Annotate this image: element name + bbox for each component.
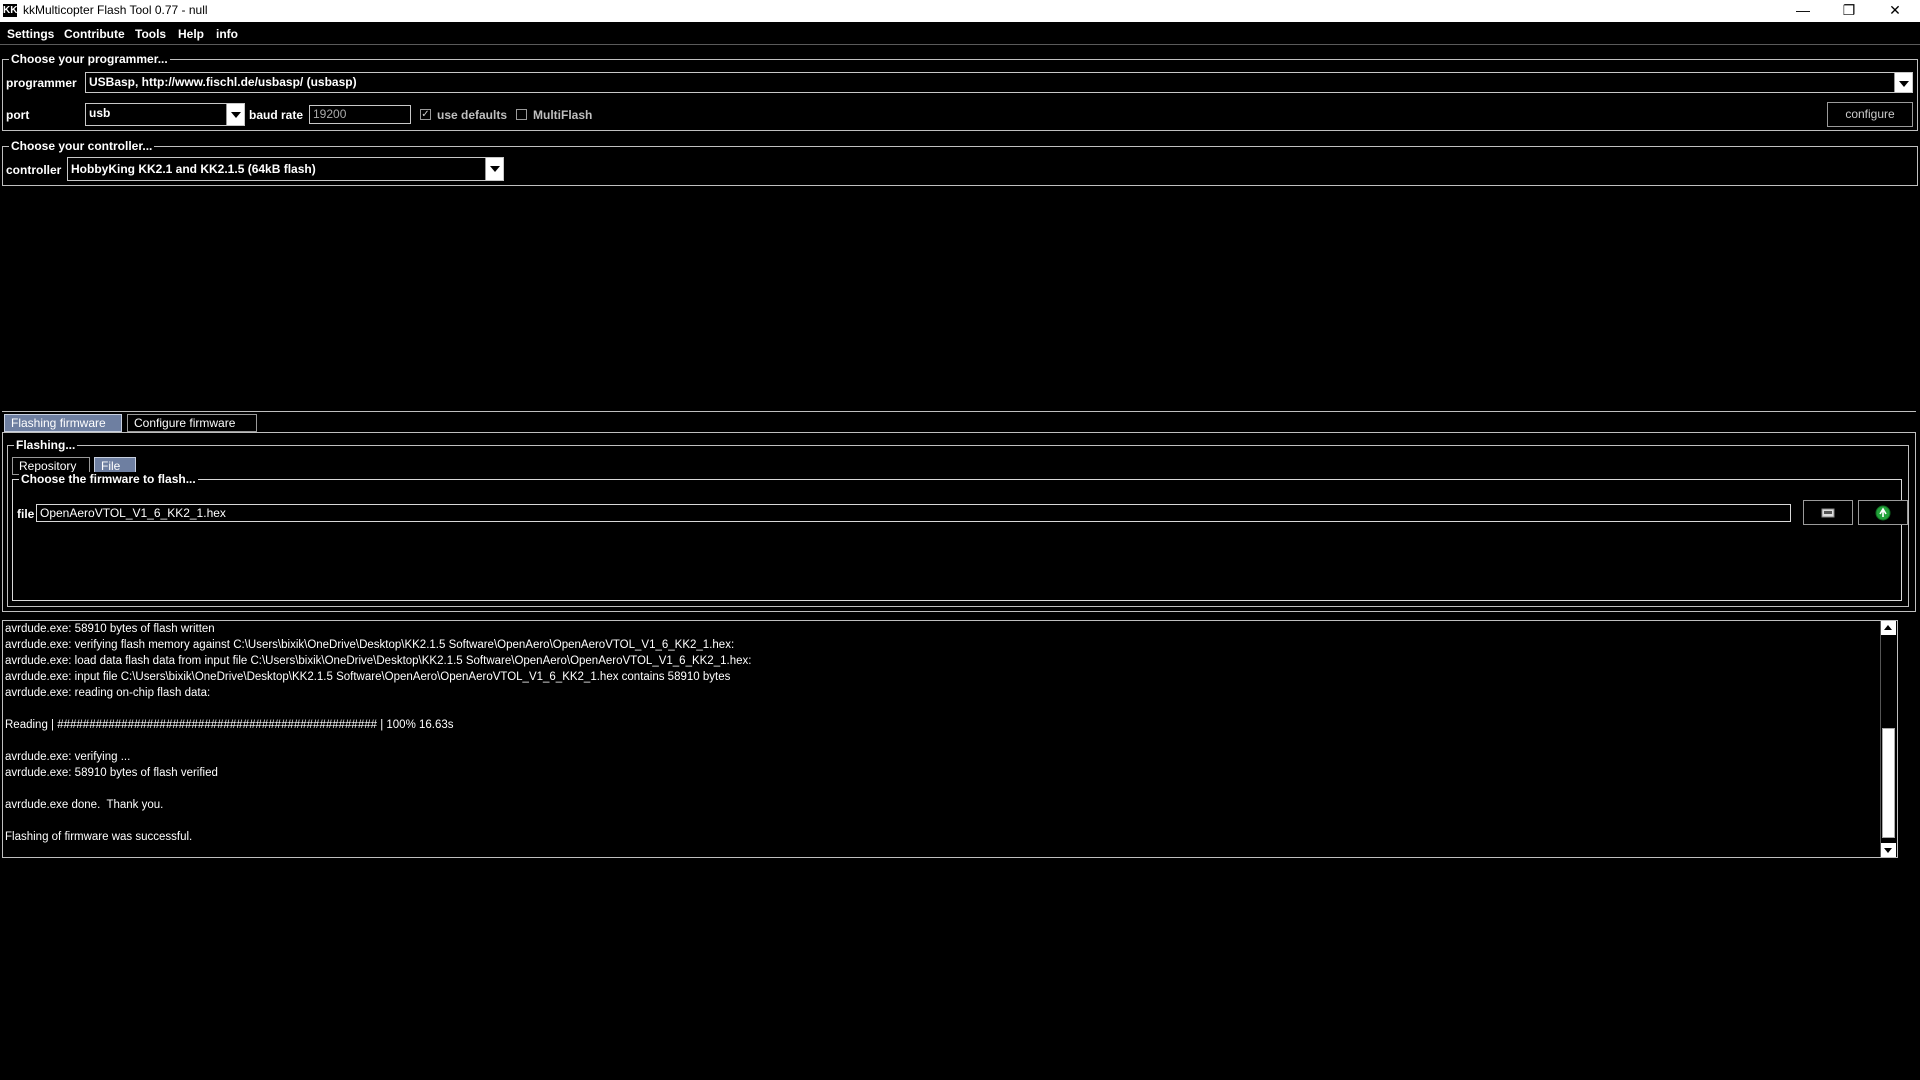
- tab-configure-firmware[interactable]: Configure firmware: [127, 414, 257, 432]
- multiflash-label[interactable]: MultiFlash: [533, 108, 592, 122]
- port-select[interactable]: usb: [85, 103, 245, 126]
- tab-flashing-firmware[interactable]: Flashing firmware: [4, 414, 122, 432]
- log-line: avrdude.exe: verifying flash memory agai…: [5, 639, 735, 651]
- controller-label: controller: [6, 163, 62, 177]
- choose-firmware-group: Choose the firmware to flash... file Ope…: [12, 472, 1908, 601]
- menu-help[interactable]: Help: [178, 27, 204, 41]
- menu-info[interactable]: info: [216, 27, 238, 41]
- close-button[interactable]: ✕: [1872, 0, 1918, 22]
- flash-green-icon: [1875, 505, 1891, 521]
- chevron-down-icon[interactable]: [226, 104, 244, 125]
- baud-rate-input[interactable]: 19200: [309, 105, 411, 124]
- menu-bar: Settings Contribute Tools Help info: [0, 22, 1920, 45]
- chevron-down-icon[interactable]: [485, 158, 503, 180]
- programmer-group-title: Choose your programmer...: [9, 52, 170, 66]
- flash-firmware-button[interactable]: [1858, 500, 1908, 525]
- tab-strip-divider: [2, 411, 1916, 412]
- programmer-group: Choose your programmer... programmer USB…: [2, 52, 1918, 131]
- menu-contribute[interactable]: Contribute: [64, 27, 125, 41]
- flashing-group: Flashing... Repository File Choose the f…: [7, 438, 1909, 607]
- programmer-selected-value: USBasp, http://www.fischl.de/usbasp/ (us…: [89, 75, 357, 89]
- log-scrollbar[interactable]: [1880, 621, 1897, 857]
- use-defaults-label[interactable]: use defaults: [437, 108, 507, 122]
- restore-button[interactable]: ❐: [1826, 0, 1872, 22]
- flashing-tab-panel: Flashing... Repository File Choose the f…: [2, 432, 1916, 612]
- baud-rate-label: baud rate: [249, 108, 304, 122]
- file-label: file: [17, 507, 35, 521]
- log-lines: avrdude.exe: 58910 bytes of flash writte…: [5, 621, 1875, 845]
- scroll-up-arrow-icon[interactable]: [1881, 621, 1896, 635]
- minimize-button[interactable]: —: [1780, 0, 1826, 22]
- baud-rate-value: 19200: [313, 107, 347, 121]
- file-path-value: OpenAeroVTOL_V1_6_KK2_1.hex: [40, 506, 226, 520]
- flashing-group-title: Flashing...: [14, 438, 78, 452]
- log-line: Reading | ##############################…: [5, 719, 454, 731]
- use-defaults-checkbox[interactable]: ✓: [420, 109, 431, 120]
- folder-open-icon: [1821, 508, 1835, 518]
- port-selected-value: usb: [89, 106, 111, 120]
- window-title: kkMulticopter Flash Tool 0.77 - null: [23, 3, 208, 17]
- chevron-down-icon[interactable]: [1894, 73, 1912, 92]
- log-line: avrdude.exe: 58910 bytes of flash writte…: [5, 623, 215, 635]
- multiflash-checkbox[interactable]: [516, 109, 527, 120]
- title-bar: KK kkMulticopter Flash Tool 0.77 - null …: [0, 0, 1920, 22]
- menu-settings[interactable]: Settings: [7, 27, 54, 41]
- controller-group: Choose your controller... controller Hob…: [2, 139, 1918, 186]
- log-line: avrdude.exe done. Thank you.: [5, 799, 164, 811]
- programmer-label: programmer: [6, 76, 77, 90]
- programmer-select[interactable]: USBasp, http://www.fischl.de/usbasp/ (us…: [85, 72, 1913, 93]
- menu-tools[interactable]: Tools: [135, 27, 166, 41]
- log-line: avrdude.exe: 58910 bytes of flash verifi…: [5, 767, 218, 779]
- port-label: port: [6, 108, 30, 122]
- configure-button[interactable]: configure: [1827, 102, 1913, 127]
- controller-group-title: Choose your controller...: [9, 139, 155, 153]
- app-icon: KK: [3, 4, 18, 17]
- log-line: avrdude.exe: load data flash data from i…: [5, 655, 752, 667]
- log-output[interactable]: avrdude.exe: 58910 bytes of flash writte…: [2, 620, 1898, 858]
- choose-firmware-title: Choose the firmware to flash...: [19, 472, 198, 486]
- log-line: avrdude.exe: verifying ...: [5, 751, 131, 763]
- scroll-down-arrow-icon[interactable]: [1881, 843, 1896, 857]
- controller-selected-value: HobbyKing KK2.1 and KK2.1.5 (64kB flash): [71, 162, 316, 176]
- log-line: Flashing of firmware was successful.: [5, 831, 193, 843]
- controller-select[interactable]: HobbyKing KK2.1 and KK2.1.5 (64kB flash): [67, 157, 504, 181]
- scroll-thumb[interactable]: [1882, 728, 1895, 839]
- browse-file-button[interactable]: [1803, 500, 1853, 525]
- log-line: avrdude.exe: input file C:\Users\bixik\O…: [5, 671, 731, 683]
- log-line: avrdude.exe: reading on-chip flash data:: [5, 687, 211, 699]
- file-path-input[interactable]: OpenAeroVTOL_V1_6_KK2_1.hex: [36, 504, 1791, 522]
